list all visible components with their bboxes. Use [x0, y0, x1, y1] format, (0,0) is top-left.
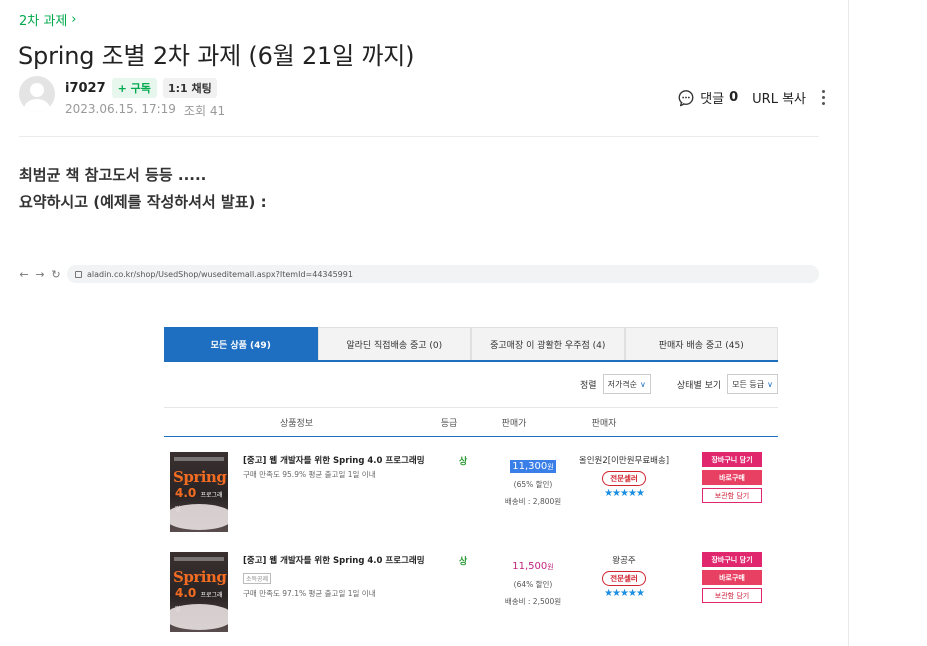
add-to-cart-button: 장바구니 담기: [702, 552, 762, 567]
browser-toolbar: ← → ↻ aladin.co.kr/shop/UsedShop/wusedit…: [19, 264, 819, 284]
price-cell: 11,500원 (64% 할인) 배송비 : 2,500원: [488, 554, 578, 607]
row-actions: 장바구니 담기 바로구매 보관함 담기: [702, 452, 762, 503]
cover-title: Spring: [173, 468, 227, 486]
product-grade: 상: [459, 457, 468, 467]
product-stat: 구매 만족도 95.9% 평균 출고일 1일 이내: [243, 470, 376, 479]
book-cover: Spring 4.0 프로그래밍: [170, 552, 228, 632]
product-info: [중고] 웹 개발자를 위한 Spring 4.0 프로그래밍 구매 만족도 9…: [243, 454, 443, 480]
product-stat: 구매 만족도 97.1% 평균 출고일 1일 이내: [243, 589, 376, 598]
forward-arrow-icon: →: [35, 267, 45, 281]
buy-now-button: 바로구매: [702, 470, 762, 485]
seller-name: 올인원2[이만원무료배송]: [578, 456, 670, 466]
product-info: [중고] 웹 개발자를 위한 Spring 4.0 프로그래밍 소득공제 구매 …: [243, 554, 443, 599]
price-cell: 11,300원 (65% 할인) 배송비 : 2,800원: [488, 454, 578, 507]
address-bar: aladin.co.kr/shop/UsedShop/wuseditemall.…: [67, 265, 819, 283]
product-grade: 상: [459, 557, 468, 567]
header-divider: [19, 136, 819, 137]
product-name: [중고] 웹 개발자를 위한 Spring 4.0 프로그래밍: [243, 456, 425, 466]
shipping-fee: 배송비 : 2,800원: [504, 497, 562, 506]
post-body: 최범균 책 참고도서 등등 ..... 요약하시고 (예제를 작성하셔서 발표)…: [19, 162, 267, 216]
chevron-down-icon: ∨: [640, 379, 646, 389]
buy-now-button: 바로구매: [702, 570, 762, 585]
table-row: Spring 4.0 프로그래밍 [중고] 웹 개발자를 위한 Spring 4…: [164, 450, 778, 540]
tab-all: 모든 상품 (49): [164, 327, 318, 360]
author-name[interactable]: i7027: [65, 81, 106, 96]
save-to-wishlist-button: 보관함 담기: [702, 488, 762, 503]
breadcrumb-label: 2차 과제: [19, 14, 68, 29]
filter-bar: 정렬 저가격순 ∨ 상태별 보기 모든 등급 ∨: [164, 372, 778, 396]
product-tag: 소득공제: [243, 573, 272, 584]
back-arrow-icon: ←: [19, 267, 29, 281]
breadcrumb[interactable]: 2차 과제 ›: [19, 10, 77, 29]
product-name: [중고] 웹 개발자를 위한 Spring 4.0 프로그래밍: [243, 556, 425, 566]
embedded-screenshot: ← → ↻ aladin.co.kr/shop/UsedShop/wusedit…: [19, 264, 819, 646]
state-value: 모든 등급: [732, 379, 765, 389]
post-actions: 댓글 0 URL 복사: [677, 88, 827, 107]
table-row: Spring 4.0 프로그래밍 [중고] 웹 개발자를 위한 Spring 4…: [164, 550, 778, 640]
comment-button[interactable]: 댓글 0: [677, 88, 738, 107]
product-tabs: 모든 상품 (49) 알라딘 직접배송 중고 (0) 중고매장 이 광활한 우주…: [164, 327, 778, 362]
discount: (64% 할인): [513, 580, 553, 589]
view-count: 조회 41: [183, 104, 226, 118]
avatar-body-shape: [24, 99, 50, 112]
comment-icon: [678, 89, 694, 106]
post-meta: 2023.06.15. 17:19 조회 41: [65, 102, 225, 119]
col-price: 판매가: [501, 418, 527, 429]
seller-name: 왕공주: [612, 556, 636, 566]
tab-store: 중고매장 이 광활한 우주점 (4): [471, 327, 625, 360]
add-to-cart-button: 장바구니 담기: [702, 452, 762, 467]
avatar-head-shape: [30, 83, 44, 97]
col-info: 상품정보: [279, 418, 314, 429]
address-url: aladin.co.kr/shop/UsedShop/wuseditemall.…: [87, 269, 353, 279]
comment-label: 댓글: [700, 92, 725, 107]
sort-value: 저가격순: [607, 379, 638, 389]
table-header: 상품정보 등급 판매가 판매자: [164, 407, 778, 437]
post-date: 2023.06.15. 17:19: [65, 102, 176, 116]
body-line: 요약하시고 (예제를 작성하셔서 발표) :: [19, 193, 267, 211]
seller-cell: 올인원2[이만원무료배송] 전문셀러 ★★★★★: [574, 454, 674, 499]
more-options-icon[interactable]: [820, 90, 827, 105]
tab-seller: 판매자 배송 중고 (45): [624, 327, 778, 360]
star-rating-icon: ★★★★★: [604, 588, 645, 599]
col-grade: 등급: [440, 418, 458, 429]
right-divider: [848, 0, 849, 646]
state-label: 상태별 보기: [676, 380, 722, 391]
chevron-right-icon: ›: [71, 12, 77, 27]
sort-label: 정렬: [580, 380, 597, 391]
lock-icon: [75, 270, 82, 278]
chevron-down-icon: ∨: [767, 379, 773, 389]
state-select: 모든 등급 ∨: [727, 374, 778, 394]
seller-badge: 전문셀러: [602, 571, 646, 586]
price-value: 11,300원: [510, 460, 556, 473]
comment-count: 0: [729, 90, 739, 105]
chat-button[interactable]: 1:1 채팅: [162, 78, 217, 98]
reload-icon: ↻: [51, 267, 61, 281]
row-actions: 장바구니 담기 바로구매 보관함 담기: [702, 552, 762, 603]
price-value: 11,500원: [512, 561, 554, 572]
page-title: Spring 조별 2차 과제 (6월 21일 까지): [18, 42, 415, 70]
url-copy-button[interactable]: URL 복사: [752, 88, 806, 107]
avatar[interactable]: [19, 76, 55, 112]
cover-title: Spring: [173, 568, 227, 586]
tab-direct: 알라딘 직접배송 중고 (0): [317, 327, 471, 360]
author-row: i7027 + 구독 1:1 채팅: [65, 78, 217, 98]
save-to-wishlist-button: 보관함 담기: [702, 588, 762, 603]
seller-cell: 왕공주 전문셀러 ★★★★★: [574, 554, 674, 599]
book-cover: Spring 4.0 프로그래밍: [170, 452, 228, 532]
shipping-fee: 배송비 : 2,500원: [504, 597, 562, 606]
star-rating-icon: ★★★★★: [604, 488, 645, 499]
subscribe-button[interactable]: + 구독: [111, 78, 157, 98]
body-line: 최범균 책 참고도서 등등 .....: [19, 166, 207, 184]
discount: (65% 할인): [513, 480, 553, 489]
col-seller: 판매자: [591, 418, 617, 429]
sort-select: 저가격순 ∨: [602, 374, 651, 394]
seller-badge: 전문셀러: [602, 471, 646, 486]
